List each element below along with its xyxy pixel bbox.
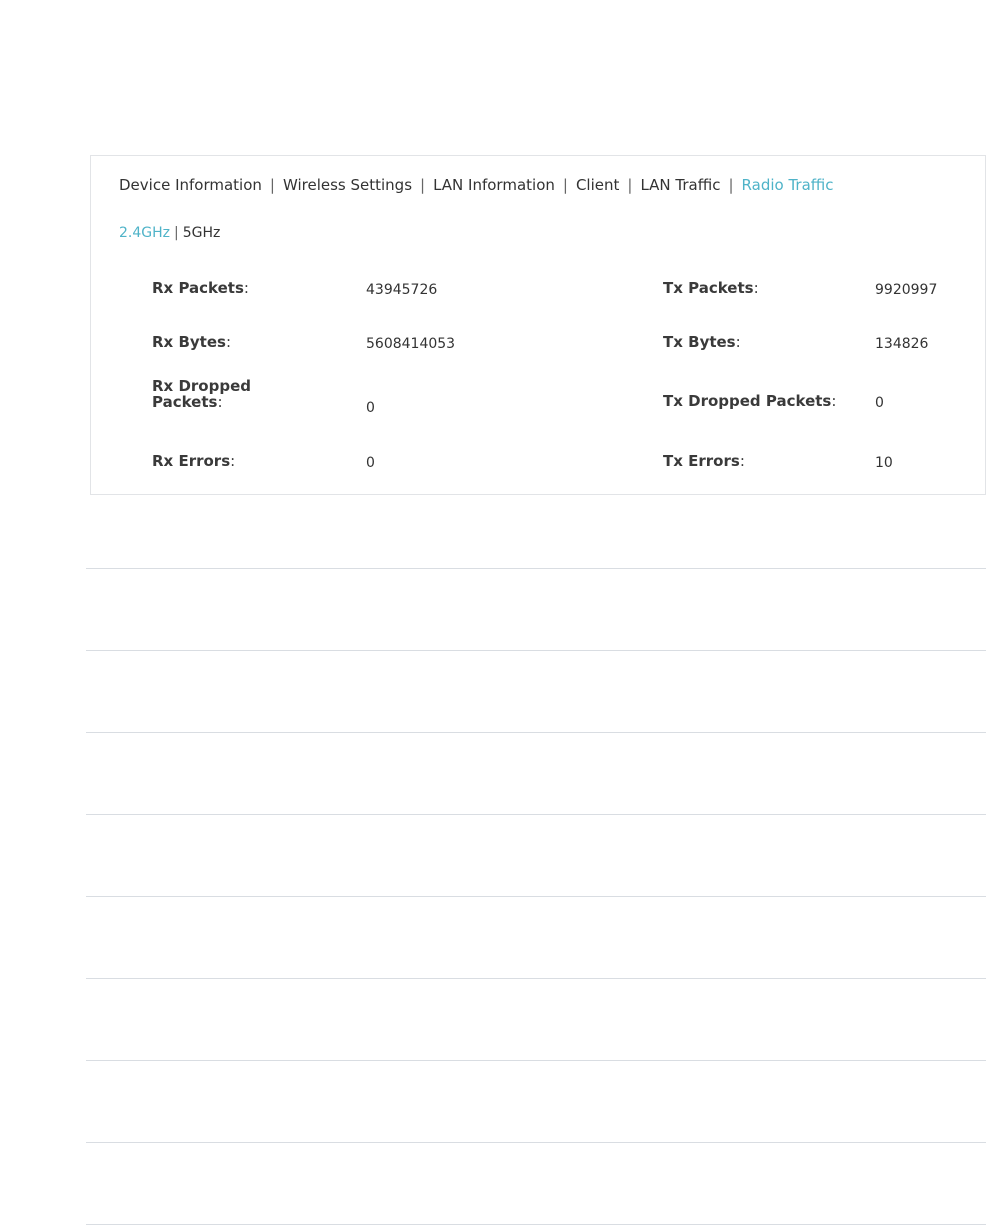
row-divider: [86, 1142, 986, 1143]
label-colon: :: [753, 279, 759, 297]
row-divider: [86, 1060, 986, 1061]
rx-bytes-label-text: Rx Bytes: [152, 333, 226, 351]
row-divider: [86, 896, 986, 897]
tx-bytes-label: Tx Bytes:: [663, 334, 741, 350]
tx-errors-label: Tx Errors:: [663, 453, 745, 469]
band-5ghz-link[interactable]: 5GHz: [183, 225, 221, 241]
row-divider: [86, 1224, 986, 1225]
rx-packets-value: 43945726: [366, 282, 438, 298]
tab-separator: |: [728, 176, 734, 194]
tab-device-information[interactable]: Device Information: [119, 176, 262, 194]
label-colon: :: [225, 333, 231, 351]
row-divider: [86, 650, 986, 651]
label-colon: :: [831, 392, 837, 410]
tx-packets-label: Tx Packets:: [663, 280, 759, 296]
band-2-4ghz-link[interactable]: 2.4GHz: [119, 225, 170, 241]
rx-dropped-packets-value: 0: [366, 400, 375, 416]
tx-packets-label-text: Tx Packets: [663, 279, 754, 297]
rx-errors-label-text: Rx Errors: [152, 452, 231, 470]
tab-wireless-settings[interactable]: Wireless Settings: [283, 176, 412, 194]
label-colon: :: [243, 279, 249, 297]
tab-separator: |: [627, 176, 633, 194]
tx-bytes-value: 134826: [875, 336, 929, 352]
tx-dropped-packets-label: Tx Dropped Packets:: [663, 393, 836, 409]
row-divider: [86, 568, 986, 569]
radio-traffic-panel: Device Information | Wireless Settings | LAN…: [90, 155, 986, 495]
tx-dropped-label-text: Tx Dropped Packets: [663, 392, 832, 410]
label-colon: :: [230, 452, 236, 470]
label-colon: :: [217, 393, 223, 411]
tx-errors-label-text: Tx Errors: [663, 452, 740, 470]
tab-lan-traffic[interactable]: LAN Traffic: [640, 176, 720, 194]
row-divider: [86, 732, 986, 733]
tx-dropped-packets-value: 0: [875, 395, 884, 411]
tab-separator: |: [562, 176, 568, 194]
rx-bytes-label: Rx Bytes:: [152, 334, 231, 350]
tab-separator: |: [269, 176, 275, 194]
label-colon: :: [735, 333, 741, 351]
rx-errors-label: Rx Errors:: [152, 453, 235, 469]
rx-bytes-value: 5608414053: [366, 336, 456, 352]
rx-packets-label-text: Rx Packets: [152, 279, 244, 297]
tx-bytes-label-text: Tx Bytes: [663, 333, 736, 351]
tx-packets-value: 9920997: [875, 282, 938, 298]
band-selector: 2.4GHz | 5GHz: [119, 225, 220, 241]
tab-separator: |: [420, 176, 426, 194]
status-tab-bar: Device Information | Wireless Settings | LAN…: [119, 176, 834, 194]
label-colon: :: [739, 452, 745, 470]
rx-packets-label: Rx Packets:: [152, 280, 249, 296]
rx-dropped-packets-label: Rx Dropped Packets:: [152, 378, 251, 410]
band-separator: |: [174, 225, 179, 241]
row-divider: [86, 814, 986, 815]
row-divider: [86, 978, 986, 979]
tx-errors-value: 10: [875, 455, 893, 471]
tab-radio-traffic[interactable]: Radio Traffic: [742, 176, 834, 194]
rx-dropped-label-line2: Packets: [152, 393, 218, 411]
tab-client[interactable]: Client: [576, 176, 619, 194]
rx-errors-value: 0: [366, 455, 375, 471]
tab-lan-information[interactable]: LAN Information: [433, 176, 555, 194]
